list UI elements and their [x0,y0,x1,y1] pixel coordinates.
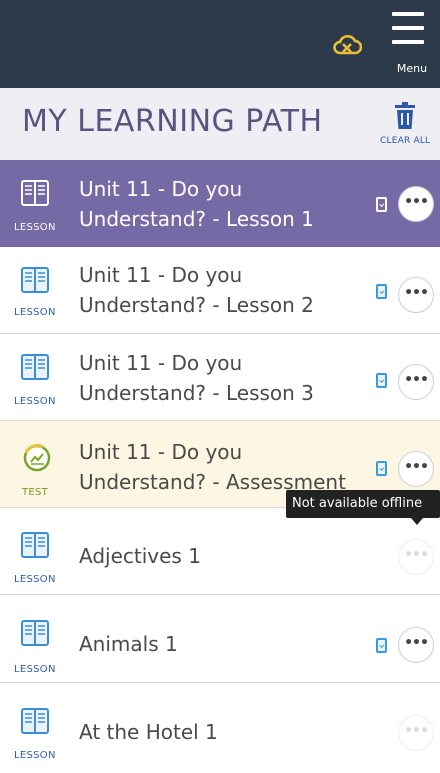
list-item[interactable]: LESSON Animals 1 ••• [0,596,440,683]
downloaded-device-icon [376,638,387,653]
more-options-button[interactable]: ••• [398,364,434,400]
more-options-button[interactable]: ••• [398,277,434,313]
item-type-label: LESSON [14,307,56,318]
clear-all-button[interactable]: CLEAR ALL [376,98,440,154]
book-icon [21,620,49,646]
item-title: Adjectives 1 [79,544,201,568]
item-title: Understand? - Lesson 3 [79,381,314,405]
item-title: Unit 11 - Do you [79,351,243,375]
list-item[interactable]: LESSON Unit 11 - Do you Understand? - Le… [0,247,440,334]
menu-button[interactable]: Menu [390,10,434,80]
item-title: Understand? - Lesson 2 [79,293,314,317]
item-title: Understand? - Lesson 1 [79,207,314,231]
book-icon [21,180,49,206]
learning-path-header: MY LEARNING PATH CLEAR ALL [0,88,440,160]
item-title: Animals 1 [79,632,178,656]
menu-bar-icon [392,12,424,16]
top-bar: Menu [0,0,440,88]
menu-label: Menu [396,62,428,75]
item-type-label: LESSON [14,664,56,675]
downloaded-device-icon [376,461,387,476]
item-type-label: LESSON [14,750,56,761]
item-title: Unit 11 - Do you [79,440,243,464]
offline-tooltip: Not available offline [286,490,440,518]
tooltip-arrow [411,518,423,525]
clear-all-label: CLEAR ALL [380,136,431,146]
more-options-button[interactable]: ••• [398,715,434,751]
list-item[interactable]: LESSON Adjectives 1 ••• [0,508,440,595]
item-title: At the Hotel 1 [79,720,218,744]
downloaded-device-icon [376,373,387,388]
more-options-button[interactable]: ••• [398,539,434,575]
book-icon [21,532,49,558]
book-icon [21,354,49,380]
offline-cloud-icon[interactable] [332,31,362,59]
menu-bar-icon [392,26,424,30]
menu-bar-icon [392,40,424,44]
page-title: MY LEARNING PATH [22,104,323,139]
downloaded-device-icon [376,197,387,212]
item-title: Unit 11 - Do you [79,177,243,201]
more-options-button[interactable]: ••• [398,627,434,663]
book-icon [21,267,49,293]
item-title: Unit 11 - Do you [79,263,243,287]
more-options-button[interactable]: ••• [398,186,434,222]
item-type-label: LESSON [14,396,56,407]
list-item[interactable]: LESSON Unit 11 - Do you Understand? - Le… [0,334,440,421]
more-options-button[interactable]: ••• [398,451,434,487]
test-chart-icon [23,444,51,472]
downloaded-device-icon [376,284,387,299]
item-type-label: TEST [22,487,49,498]
trash-icon [395,102,415,129]
list-item[interactable]: LESSON Unit 11 - Do you Understand? - Le… [0,160,440,247]
book-icon [21,708,49,734]
item-type-label: LESSON [14,574,56,585]
list-item[interactable]: LESSON At the Hotel 1 ••• [0,684,440,771]
item-type-label: LESSON [14,222,56,233]
